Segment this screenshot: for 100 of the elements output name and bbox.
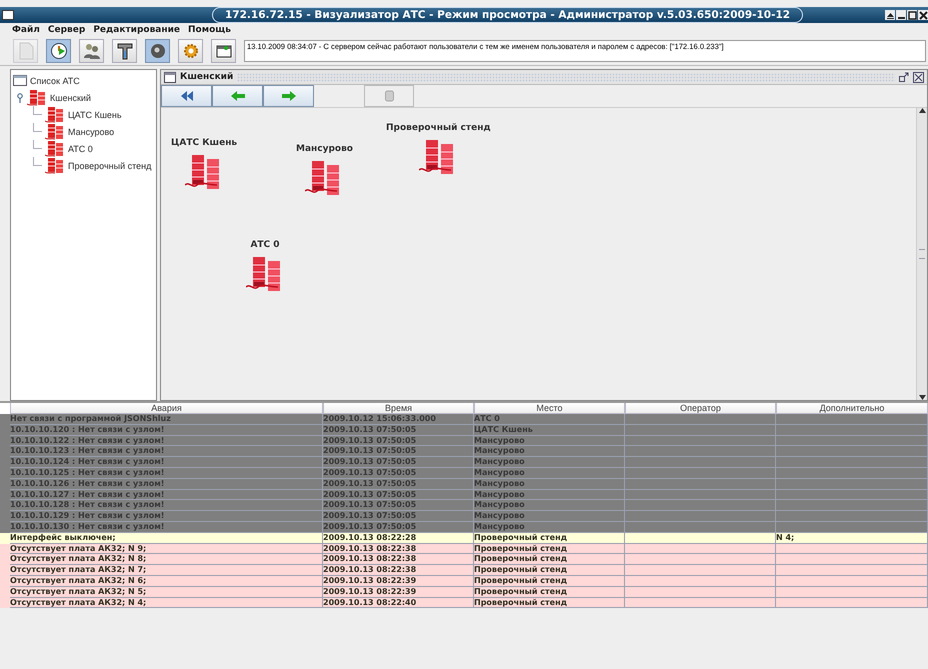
table-cell: 2009.10.13 08:22:40 [323,598,416,607]
server-icon [45,140,65,156]
table-cell: 2009.10.13 07:50:05 [323,511,416,520]
table-cell: Мансурово [474,446,525,456]
forward-button[interactable] [263,85,314,107]
table-cell: 2009.10.13 07:50:05 [323,436,416,445]
table-cell: Мансурово [474,511,525,520]
column-header[interactable]: Место [474,403,625,414]
menu-item[interactable]: Файл [12,25,40,35]
toolbar-button[interactable] [211,39,236,63]
table-cell: ЦАТС Кшень [474,424,533,434]
table-cell: 2009.10.13 07:50:05 [323,500,416,510]
alarm-row[interactable]: Отсутствует плата АК32; N 7; 2009.10.13 08:22:38 Проверочный стенд [0,565,928,576]
table-cell: Проверочный стенд [474,598,568,607]
minimize-icon[interactable] [896,10,906,20]
server-icon [45,124,65,140]
menu-item[interactable]: Редактирование [93,25,180,35]
double-left-arrow-icon [180,91,194,101]
alarm-row[interactable]: Интерфейс выключен; 2009.10.13 08:22:28 Проверочный стенд N 4; [0,532,928,544]
server-icon [45,106,65,122]
table-cell: 10.10.10.127 : Нет связи с узлом! [10,490,164,499]
toolbar-button[interactable] [112,39,137,63]
document-icon [18,42,34,60]
alarm-row[interactable]: Отсутствует плата АК32; N 6; 2009.10.13 08:22:39 Проверочный стенд [0,576,928,587]
close-icon[interactable] [918,10,928,20]
table-cell: Проверочный стенд [474,565,568,574]
table-cell: Мансурово [474,478,525,488]
scroll-down-icon[interactable] [918,395,926,400]
table-cell: Отсутствует плата АК32; N 9; [10,544,146,553]
tree-item[interactable]: Мансурово [68,126,114,136]
table-cell: Отсутствует плата АК32; N 4; [10,598,146,607]
close-icon[interactable] [913,72,924,82]
clock-icon [50,42,68,60]
users-icon [82,42,100,60]
table-cell: Отсутствует плата АК32; N 8; [10,554,146,564]
tree-item[interactable]: АТС 0 [68,144,93,154]
first-button[interactable] [161,85,212,107]
table-cell: 2009.10.13 07:50:05 [323,468,416,477]
expand-handle-icon[interactable] [16,92,24,102]
toolbar-button[interactable] [46,39,71,63]
folder-icon [13,75,27,86]
left-arrow-icon [230,91,244,101]
table-cell: N 4; [776,532,794,542]
column-header[interactable]: Оператор [625,403,776,414]
table-cell: Мансурово [474,522,525,531]
table-cell: Мансурово [474,468,525,477]
table-cell: Отсутствует плата АК32; N 7; [10,565,146,574]
table-cell: 10.10.10.130 : Нет связи с узлом! [10,522,164,531]
cylinder-icon [384,90,394,102]
table-cell: 10.10.10.123 : Нет связи с узлом! [10,446,164,456]
window-title: 172.16.72.15 - Визуализатор АТС - Режим просмотра - Администратор v.5.03.650:2009-10-12 [212,7,804,23]
table-cell: 2009.10.13 08:22:38 [323,554,416,564]
node-label: АТС 0 [250,240,280,250]
table-cell: 2009.10.13 08:22:38 [323,544,416,553]
table-cell: 2009.10.13 08:22:39 [323,586,416,596]
alarm-row[interactable]: Отсутствует плата АК32; N 5; 2009.10.13 08:22:39 Проверочный стенд [0,586,928,598]
table-cell: Проверочный стенд [474,576,568,585]
table-cell: Отсутствует плата АК32; N 6; [10,576,146,585]
column-header[interactable]: Дополнительно [776,403,928,414]
toolbar-button[interactable] [79,39,104,63]
tree-item[interactable]: ЦАТС Кшень [68,110,122,120]
table-cell: 2009.10.13 08:22:39 [323,576,416,585]
server-icon [45,158,65,174]
column-header[interactable]: Авария [10,403,323,414]
column-header[interactable]: Время [323,403,474,414]
back-button[interactable] [212,85,263,107]
table-cell: 10.10.10.129 : Нет связи с узлом! [10,511,164,520]
table-cell: 10.10.10.125 : Нет связи с узлом! [10,468,164,477]
table-cell: АТС 0 [474,414,500,423]
node-label: Мансурово [296,144,353,154]
table-cell: 2009.10.13 08:22:38 [323,565,416,574]
alarm-row[interactable]: Отсутствует плата АК32; N 4; 2009.10.13 08:22:40 Проверочный стенд [0,598,928,608]
table-cell: 10.10.10.122 : Нет связи с узлом! [10,436,164,445]
tree-root-label[interactable]: Список АТС [30,76,80,86]
window-icon [216,43,232,59]
tree-item[interactable]: Проверочный стенд [68,160,152,170]
table-cell: 10.10.10.124 : Нет связи с узлом! [10,457,164,466]
menu-item[interactable]: Помощь [188,25,231,35]
table-cell: Проверочный стенд [474,554,568,564]
undock-icon[interactable] [899,72,909,82]
table-cell: 2009.10.13 07:50:05 [323,522,416,531]
node-label: Проверочный стенд [386,123,491,133]
table-cell: 2009.10.12 15:06:33.000 [323,414,436,423]
table-cell: Проверочный стенд [474,544,568,553]
table-cell: 10.10.10.126 : Нет связи с узлом! [10,478,164,488]
scroll-up-icon[interactable] [918,108,926,113]
menu-item[interactable]: Сервер [48,25,86,35]
scrollbar[interactable] [916,108,927,400]
shade-icon[interactable] [885,10,895,20]
alarm-row[interactable]: Отсутствует плата АК32; N 9; 2009.10.13 08:22:38 Проверочный стенд [0,544,928,554]
window-menu-icon[interactable] [2,10,14,20]
maximize-icon[interactable] [907,10,917,20]
table-cell: 2009.10.13 07:50:05 [323,490,416,499]
table-cell: 2009.10.13 08:22:28 [323,532,416,542]
table-cell: Интерфейс выключен; [10,532,116,542]
table-cell: Нет связи с программой JSONShluz [10,414,171,423]
table-cell: 2009.10.13 07:50:05 [323,457,416,466]
disc-icon [148,42,166,60]
tree-item[interactable]: Кшенский [50,92,91,102]
alarm-row[interactable]: Отсутствует плата АК32; N 8; 2009.10.13 08:22:38 Проверочный стенд [0,554,928,566]
